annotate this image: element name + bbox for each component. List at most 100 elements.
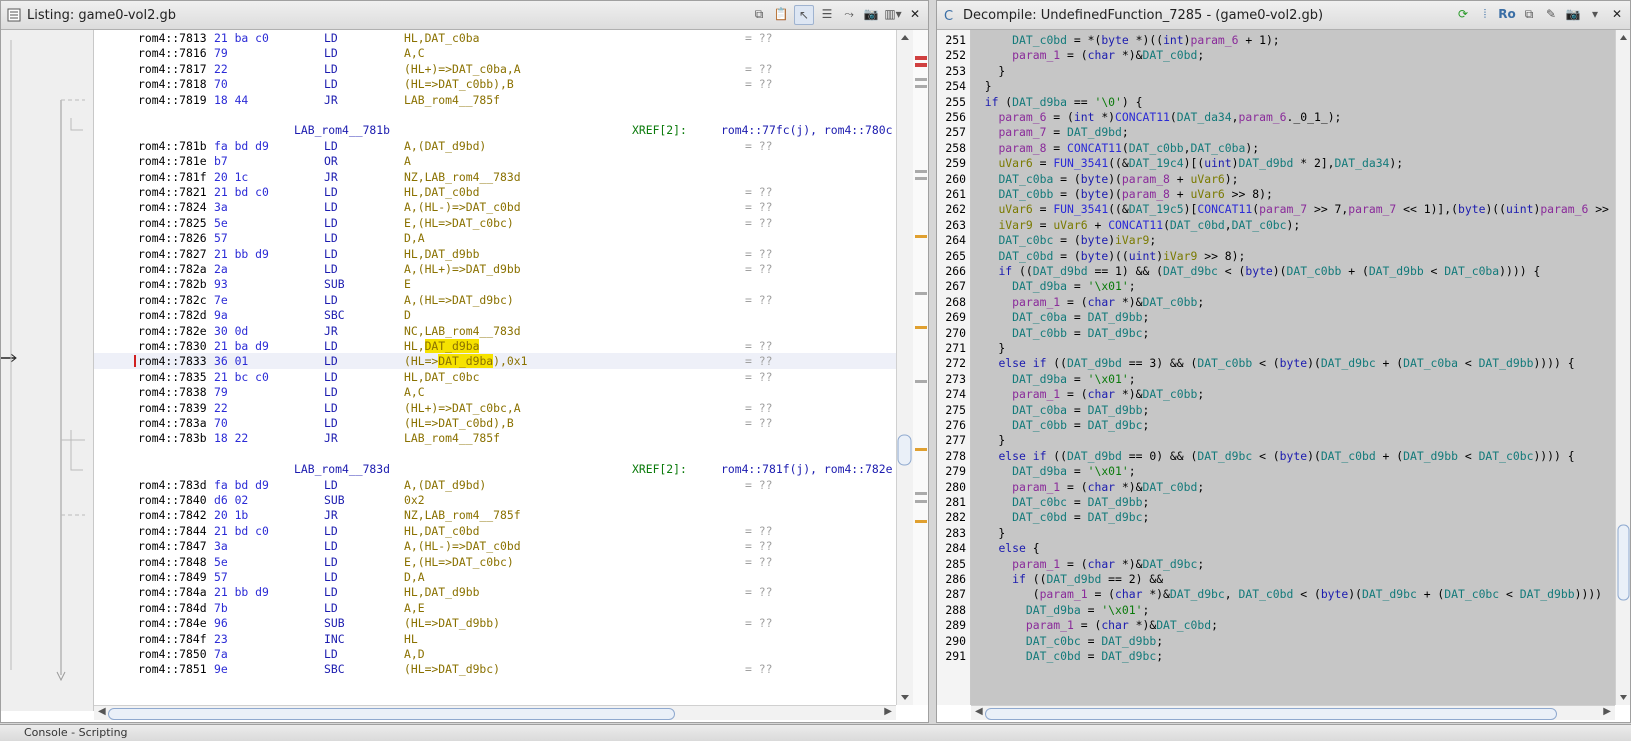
snapshot-icon[interactable]: 📷 (862, 5, 880, 23)
listing-row[interactable]: rom4::7825 5e LD E,(HL=>DAT_c0bc) = ?? (94, 215, 896, 231)
listing-row[interactable]: rom4::7839 22 LD (HL+)=>DAT_c0bc,A = ?? (94, 400, 896, 416)
listing-row[interactable]: rom4::7835 21 bc c0 LD HL,DAT_c0bc = ?? (94, 369, 896, 385)
listing-row[interactable]: rom4::784e 96 SUB (HL=>DAT_d9bb) = ?? (94, 615, 896, 631)
cursor-icon[interactable]: ↖ (794, 5, 814, 25)
layout-menu-icon[interactable]: ▥▾ (884, 5, 902, 23)
decompiled-line[interactable]: DAT_c0bc = DAT_d9bb; (971, 633, 1163, 649)
decompiled-line[interactable]: if ((DAT_d9bd == 2) && (971, 571, 1163, 587)
listing-row[interactable]: rom4::7830 21 ba d9 LD HL,DAT_d9ba = ?? (94, 338, 896, 354)
decompiled-line[interactable]: else if ((DAT_d9bd == 3) && (DAT_c0bb < … (971, 355, 1574, 371)
decompiled-line[interactable]: param_1 = (char *)&DAT_c0bb; (971, 294, 1204, 310)
listing-row[interactable]: rom4::7848 5e LD E,(HL=>DAT_c0bc) = ?? (94, 554, 896, 570)
listing-row[interactable]: rom4::782e 30 0d JR NC,LAB_rom4__783d (94, 323, 896, 339)
decompiled-line[interactable]: DAT_d9ba = '\x01'; (971, 602, 1149, 618)
close-icon[interactable]: ✕ (906, 5, 924, 23)
listing-row[interactable]: rom4::7826 57 LD D,A (94, 230, 896, 246)
listing-horizontal-scrollbar[interactable]: ◀ ▶ (94, 705, 896, 720)
listing-label-row[interactable]: LAB_rom4__783d XREF[2]: rom4::781f(j), rom… (94, 461, 896, 477)
listing-row[interactable]: rom4::7819 18 44 JR LAB_rom4__785f (94, 92, 896, 108)
menu-icon[interactable]: ▾ (1586, 5, 1604, 23)
decompiled-line[interactable]: DAT_c0bc = DAT_d9bb; (971, 494, 1149, 510)
copy-icon[interactable]: ⧉ (1520, 5, 1538, 23)
console-tab-label[interactable]: Console - Scripting (24, 726, 128, 739)
listing-row[interactable]: rom4::783a 70 LD (HL=>DAT_c0bd),B = ?? (94, 415, 896, 431)
listing-row[interactable]: rom4::7838 79 LD A,C (94, 384, 896, 400)
listing-row[interactable]: rom4::7847 3a LD A,(HL-)=>DAT_c0bd = ?? (94, 538, 896, 554)
decompiled-line[interactable]: DAT_c0bc = (byte)iVar9; (971, 232, 1156, 248)
decompiled-line[interactable]: DAT_c0bb = DAT_d9bc; (971, 325, 1149, 341)
decompiled-line[interactable]: DAT_d9ba = '\x01'; (971, 371, 1135, 387)
listing-row[interactable]: rom4::783b 18 22 JR LAB_rom4__785f (94, 430, 896, 446)
listing-row[interactable]: rom4::7818 70 LD (HL=>DAT_c0bb),B = ?? (94, 76, 896, 92)
decompiled-line[interactable]: } (971, 63, 1005, 79)
listing-row[interactable]: rom4::7827 21 bb d9 LD HL,DAT_d9bb = ?? (94, 246, 896, 262)
horizontal-scroll-thumb[interactable] (985, 708, 1557, 720)
decompiled-line[interactable]: param_1 = (char *)&DAT_c0bd; (971, 47, 1204, 63)
listing-row[interactable]: rom4::7851 9e SBC (HL=>DAT_d9bc) = ?? (94, 661, 896, 677)
listing-row[interactable]: rom4::7840 d6 02 SUB 0x2 (94, 492, 896, 508)
readonly-icon[interactable]: Ro (1498, 5, 1516, 23)
scroll-left-icon[interactable]: ◀ (98, 706, 106, 717)
decompiled-line[interactable]: param_1 = (char *)&DAT_c0bb; (971, 386, 1204, 402)
decompiled-line[interactable]: DAT_c0bd = DAT_d9bc; (971, 509, 1149, 525)
decompiled-line[interactable]: } (971, 525, 1005, 541)
decompiled-line[interactable]: (param_1 = (char *)&DAT_d9bc, DAT_c0bd <… (971, 586, 1602, 602)
listing-label-row[interactable]: LAB_rom4__781b XREF[2]: rom4::77fc(j), rom… (94, 122, 896, 138)
decompiled-line[interactable]: if (DAT_d9ba == '\0') { (971, 94, 1143, 110)
paste-icon[interactable]: 📋 (772, 5, 790, 23)
decompiled-line[interactable]: param_1 = (char *)&DAT_d9bc; (971, 556, 1204, 572)
listing-row[interactable]: rom4::7833 36 01 LD (HL=>DAT_d9ba),0x1 = ?? (94, 353, 896, 370)
listing-row[interactable]: rom4::7844 21 bd c0 LD HL,DAT_c0bd = ?? (94, 523, 896, 539)
decompiled-line[interactable]: } (971, 340, 1005, 356)
listing-row[interactable]: rom4::782b 93 SUB E (94, 276, 896, 292)
decompiled-line[interactable]: param_1 = (char *)&DAT_c0bd; (971, 479, 1204, 495)
scroll-right-icon[interactable]: ▶ (1603, 706, 1611, 717)
decompiler-vertical-scrollbar[interactable] (1615, 30, 1630, 705)
field-edit-icon[interactable]: ☰ (818, 5, 836, 23)
horizontal-scroll-thumb[interactable] (108, 708, 675, 720)
listing-row[interactable]: rom4::784a 21 bb d9 LD HL,DAT_d9bb = ?? (94, 584, 896, 600)
decompiled-line[interactable]: DAT_c0ba = DAT_d9bb; (971, 402, 1149, 418)
decompiled-line[interactable]: DAT_c0ba = (byte)(param_8 + uVar6); (971, 171, 1238, 187)
listing-row[interactable]: rom4::7816 79 LD A,C (94, 45, 896, 61)
listing-row[interactable]: rom4::784d 7b LD A,E (94, 600, 896, 616)
decompiled-line[interactable]: DAT_d9ba = '\x01'; (971, 463, 1135, 479)
decompiled-line[interactable]: DAT_c0bd = DAT_d9bc; (971, 648, 1163, 664)
listing-row[interactable]: rom4::782d 9a SBC D (94, 307, 896, 323)
decompiled-line[interactable]: uVar6 = FUN_3541((&DAT_19c5)[CONCAT11(pa… (971, 201, 1608, 217)
decompiled-line[interactable]: param_1 = (char *)&DAT_c0bd; (971, 617, 1218, 633)
decompiled-line[interactable]: param_7 = DAT_d9bd; (971, 124, 1128, 140)
listing-code-area[interactable]: rom4::7813 21 ba c0 LD HL,DAT_c0ba = ?? rom4:… (94, 30, 896, 705)
listing-row[interactable]: rom4::783d fa bd d9 LD A,(DAT_d9bd) = ?? (94, 477, 896, 493)
decompiled-line[interactable]: else { (971, 540, 1039, 556)
close-icon[interactable]: ✕ (1608, 5, 1626, 23)
decompiled-line[interactable]: param_8 = CONCAT11(DAT_c0bb,DAT_c0ba); (971, 140, 1259, 156)
listing-row[interactable]: rom4::782a 2a LD A,(HL+)=>DAT_d9bb = ?? (94, 261, 896, 277)
scroll-left-icon[interactable]: ◀ (975, 706, 983, 717)
decompiled-line[interactable]: uVar6 = FUN_3541((&DAT_19c4)[(uint)DAT_d… (971, 155, 1403, 171)
listing-row[interactable]: rom4::7849 57 LD D,A (94, 569, 896, 585)
listing-row[interactable]: rom4::784f 23 INC HL (94, 631, 896, 647)
listing-blank-row[interactable] (94, 107, 896, 123)
decompiled-line[interactable]: if ((DAT_d9bd == 1) && (DAT_d9bc < (byte… (971, 263, 1540, 279)
listing-vertical-scrollbar[interactable] (896, 30, 913, 705)
refresh-icon[interactable]: ⟳ (1454, 5, 1472, 23)
listing-blank-row[interactable] (94, 446, 896, 462)
decompiled-line[interactable]: iVar9 = uVar6 + CONCAT11(DAT_c0bd,DAT_c0… (971, 217, 1300, 233)
listing-row[interactable]: rom4::782c 7e LD A,(HL=>DAT_d9bc) = ?? (94, 292, 896, 308)
snapshot-icon[interactable]: 📷 (1564, 5, 1582, 23)
copy-icon[interactable]: ⧉ (750, 5, 768, 23)
listing-row[interactable]: rom4::7842 20 1b JR NZ,LAB_rom4__785f (94, 507, 896, 523)
listing-row[interactable]: rom4::7821 21 bd c0 LD HL,DAT_c0bd = ?? (94, 184, 896, 200)
console-tab-strip[interactable]: Console - Scripting (0, 724, 1631, 741)
listing-row[interactable]: rom4::781b fa bd d9 LD A,(DAT_d9bd) = ?? (94, 138, 896, 154)
variable-icon[interactable]: ⦙ (1476, 5, 1494, 23)
decompiler-horizontal-scrollbar[interactable]: ◀ ▶ (971, 705, 1615, 720)
decompiled-line[interactable]: DAT_d9ba = '\x01'; (971, 278, 1135, 294)
overview-marker-bar[interactable] (913, 30, 928, 705)
decompiled-line[interactable]: } (971, 432, 1005, 448)
decompiled-line[interactable]: DAT_c0bd = *(byte *)((int)param_6 + 1); (971, 32, 1280, 48)
decompiled-line[interactable]: DAT_c0bb = DAT_d9bc; (971, 417, 1149, 433)
scroll-right-icon[interactable]: ▶ (884, 706, 892, 717)
flow-arrow-icon[interactable]: ⤳ (840, 5, 858, 23)
